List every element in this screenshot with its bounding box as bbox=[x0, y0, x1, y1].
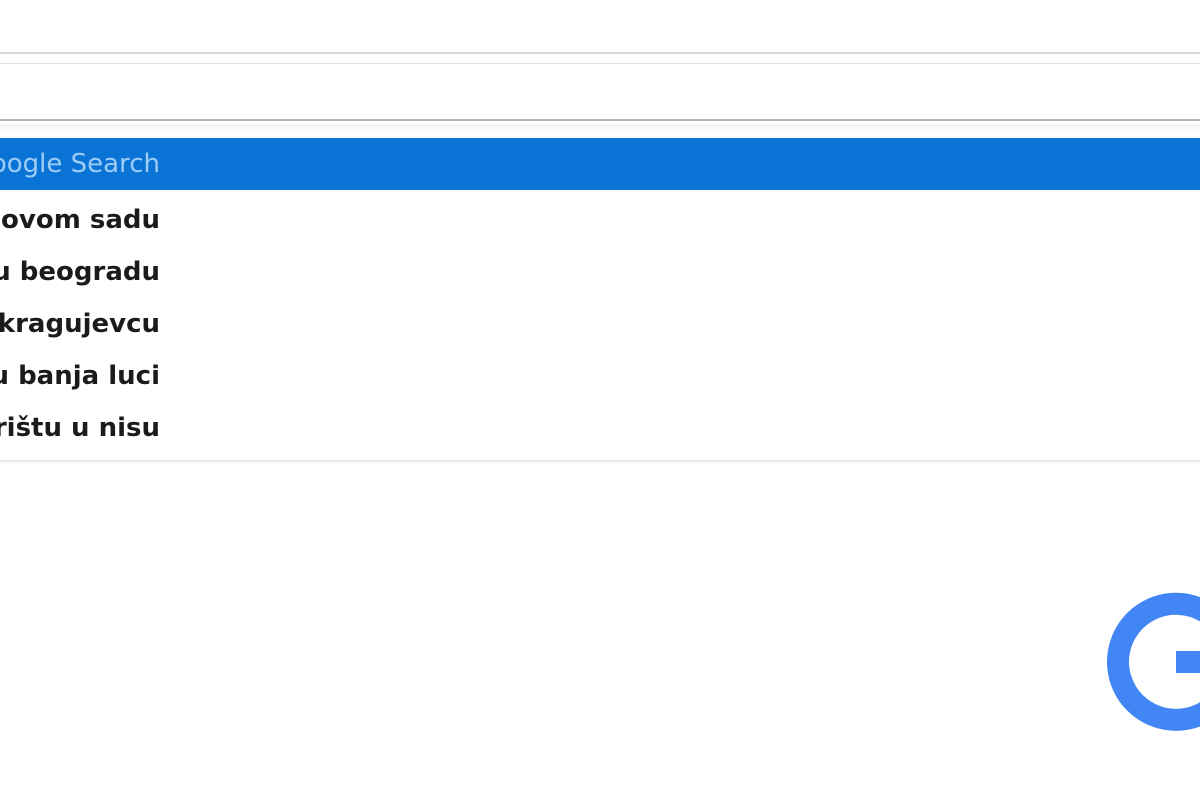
suggestion-label: pozorištu u kragujevcu bbox=[0, 309, 160, 339]
suggestion-label: pozorište u novom sadu bbox=[0, 205, 160, 235]
suggestion-item[interactable]: pozorište u novom sadu bbox=[0, 194, 1200, 246]
suggestion-label: pozorištu u banja luci bbox=[0, 361, 160, 391]
suggestion-item[interactable]: pozorištu u nisu bbox=[0, 402, 1200, 454]
suggestion-item[interactable]: pozorištu u kragujevcu bbox=[0, 298, 1200, 350]
suggestion-item[interactable]: pozorište u beogradu bbox=[0, 246, 1200, 298]
suggestion-label: Search with Google Search bbox=[0, 149, 160, 179]
suggestion-google-search[interactable]: Search with Google Search bbox=[0, 138, 1200, 190]
suggestion-dropdown: Search with Google Search pozorište u no… bbox=[0, 138, 1200, 461]
address-bar-shadow bbox=[0, 124, 1200, 134]
suggestion-label: pozorištu u nisu bbox=[0, 413, 160, 443]
address-input[interactable] bbox=[0, 68, 1184, 118]
suggestion-label: pozorište u beogradu bbox=[0, 257, 160, 287]
address-bar-divider bbox=[0, 63, 1200, 64]
browser-page: Search with Google Search pozorište u no… bbox=[0, 0, 1200, 800]
suggestion-item[interactable]: pozorištu u banja luci bbox=[0, 350, 1200, 402]
google-g-icon bbox=[1107, 592, 1200, 731]
address-bar bbox=[0, 52, 1200, 121]
